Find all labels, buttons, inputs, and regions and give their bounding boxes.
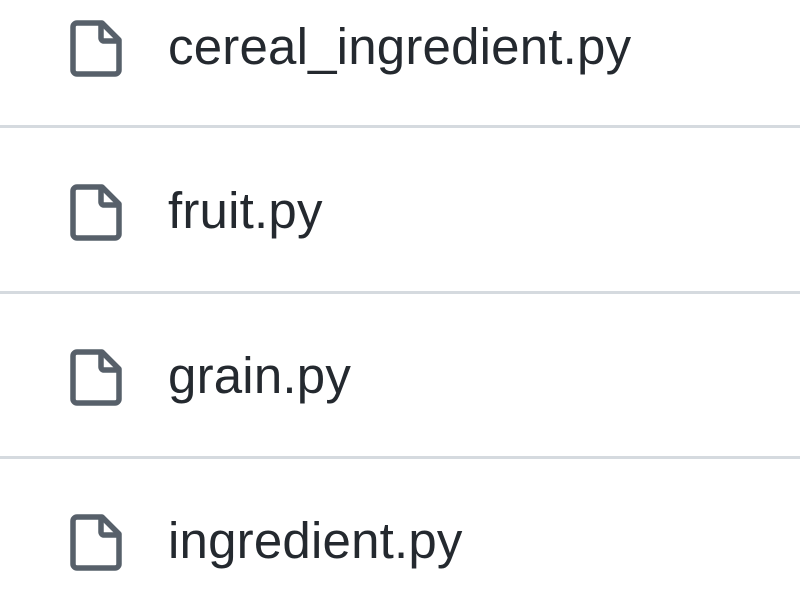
file-name[interactable]: cereal_ingredient.py [168, 17, 631, 77]
file-icon [69, 19, 124, 77]
file-row-cereal-ingredient[interactable]: cereal_ingredient.py [0, 0, 800, 110]
row-divider [0, 125, 800, 128]
row-divider [0, 456, 800, 459]
file-icon [69, 513, 124, 571]
file-row-fruit[interactable]: fruit.py [0, 150, 800, 274]
row-divider [0, 291, 800, 294]
file-icon [69, 348, 124, 406]
file-name[interactable]: ingredient.py [168, 511, 463, 571]
file-row-ingredient[interactable]: ingredient.py [0, 480, 800, 600]
file-row-grain[interactable]: grain.py [0, 315, 800, 439]
file-name[interactable]: grain.py [168, 346, 351, 406]
file-list: cereal_ingredient.py fruit.py grain.py i… [0, 0, 800, 600]
file-name[interactable]: fruit.py [168, 181, 323, 241]
file-icon [69, 183, 124, 241]
